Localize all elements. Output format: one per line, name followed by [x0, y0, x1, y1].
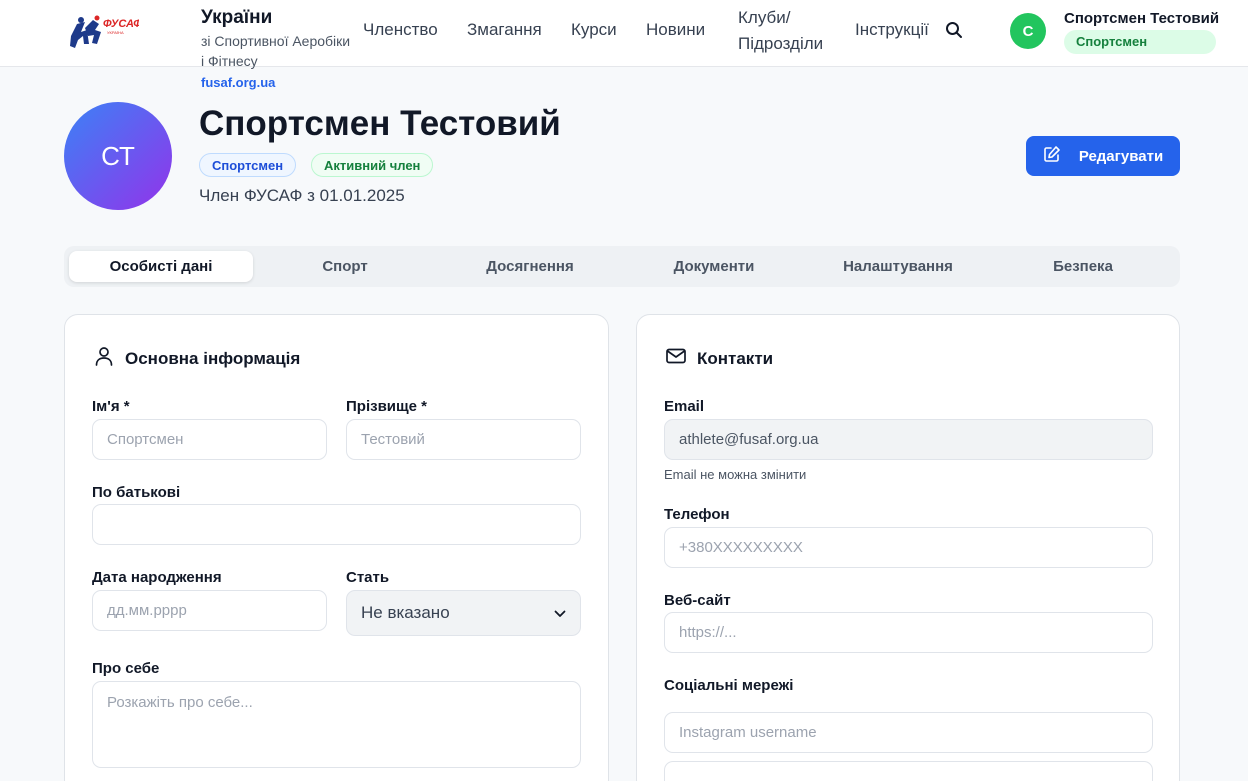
instagram-input[interactable] — [664, 712, 1153, 753]
last-name-label: Прізвище * — [346, 398, 428, 415]
fusaf-logo[interactable]: ФУСАФ УКРАЇНА — [67, 14, 142, 50]
nav-competitions[interactable]: Змагання — [467, 20, 542, 40]
member-since: Член ФУСАФ з 01.01.2025 — [199, 186, 405, 205]
tab-documents[interactable]: Документи — [622, 251, 806, 282]
email-label: Email — [664, 398, 705, 415]
nav-courses[interactable]: Курси — [571, 20, 617, 40]
email-field[interactable] — [664, 419, 1153, 460]
last-name-input[interactable] — [346, 419, 581, 460]
profile-avatar: СТ — [64, 102, 172, 210]
phone-label: Телефон — [664, 506, 730, 523]
logo-text: ФУСАФ — [103, 18, 139, 30]
org-url[interactable]: fusaf.org.ua — [201, 75, 275, 90]
user-name[interactable]: Спортсмен Тестовий — [1064, 10, 1219, 27]
first-name-input[interactable] — [92, 419, 327, 460]
website-input[interactable] — [664, 612, 1153, 653]
user-icon — [93, 345, 115, 372]
status-badge: Активний член — [311, 153, 434, 177]
profile-name: Спортсмен Тестовий — [199, 104, 561, 143]
phone-input[interactable] — [664, 527, 1153, 568]
tab-settings[interactable]: Налаштування — [806, 251, 990, 282]
nav-news[interactable]: Новини — [646, 20, 705, 40]
contacts-card: Контакти Email Email не можна змінити Те… — [636, 314, 1180, 781]
basic-info-card: Основна інформація Ім'я * Прізвище * По … — [64, 314, 609, 781]
tab-security[interactable]: Безпека — [991, 251, 1175, 282]
chevron-down-icon — [554, 603, 566, 623]
edit-label: Редагувати — [1078, 147, 1164, 165]
edit-profile-button[interactable]: Редагувати — [1026, 136, 1180, 176]
org-title: України — [201, 7, 273, 28]
first-name-label: Ім'я * — [92, 398, 130, 415]
tab-personal[interactable]: Особисті дані — [69, 251, 253, 282]
role-badge: Спортсмен — [199, 153, 297, 177]
search-icon[interactable] — [944, 20, 964, 40]
nav-instructions[interactable]: Інструкції — [855, 20, 929, 40]
tab-achievements[interactable]: Досягнення — [438, 251, 622, 282]
nav-membership[interactable]: Членство — [363, 20, 438, 40]
social-label: Соціальні мережі — [664, 677, 794, 694]
user-role-badge: Спортсмен — [1064, 30, 1216, 54]
edit-icon — [1043, 145, 1061, 167]
about-label: Про себе — [92, 660, 160, 677]
birthdate-input[interactable] — [92, 590, 327, 631]
website-label: Веб-сайт — [664, 592, 731, 609]
social-input-partial[interactable] — [664, 761, 1153, 781]
profile-tabs: Особисті дані Спорт Досягнення Документи… — [64, 246, 1180, 287]
basic-info-title: Основна інформація — [93, 345, 300, 372]
contacts-title: Контакти — [665, 345, 773, 372]
user-avatar[interactable]: С — [1010, 13, 1046, 49]
gender-value: Не вказано — [361, 603, 450, 622]
gender-label: Стать — [346, 569, 390, 586]
patronymic-input[interactable] — [92, 504, 581, 545]
patronymic-label: По батькові — [92, 484, 181, 501]
gender-select[interactable]: Не вказано — [346, 590, 581, 636]
email-hint: Email не можна змінити — [664, 467, 807, 482]
mail-icon — [665, 345, 687, 372]
org-subtitle: зі Спортивної Аеробіки і Фітнесу — [201, 33, 351, 69]
contacts-title-text: Контакти — [697, 348, 774, 368]
top-header: ФУСАФ УКРАЇНА України зі Спортивної Аеро… — [0, 0, 1248, 69]
basic-info-title-text: Основна інформація — [125, 348, 301, 368]
tab-sport[interactable]: Спорт — [253, 251, 437, 282]
about-textarea[interactable] — [92, 681, 581, 768]
birthdate-label: Дата народження — [92, 569, 222, 586]
nav-clubs[interactable]: Клуби/ Підрозділи — [738, 5, 838, 57]
logo-subtext: УКРАЇНА — [107, 30, 124, 35]
